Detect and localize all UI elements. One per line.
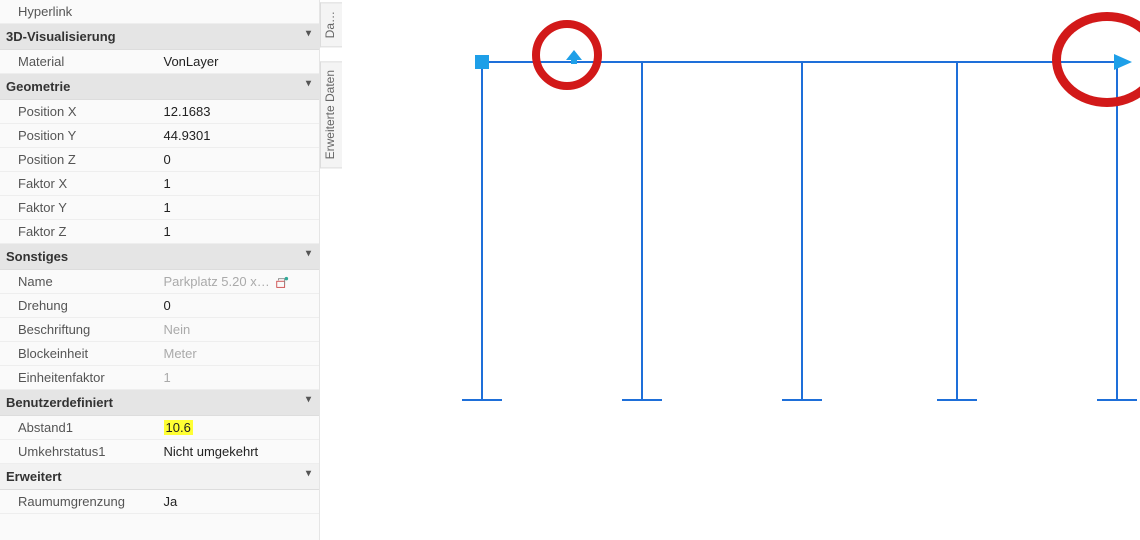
property-row[interactable]: Raumumgrenzung Ja <box>0 490 319 514</box>
tab-data[interactable]: Da… <box>320 2 342 47</box>
property-row[interactable]: Beschriftung Nein <box>0 318 319 342</box>
property-value[interactable]: 44.9301 <box>160 124 320 147</box>
side-tabs: Da… Erweiterte Daten <box>320 0 342 540</box>
property-label: Blockeinheit <box>0 342 160 365</box>
drawing-canvas[interactable] <box>342 0 1140 540</box>
property-label: Position Z <box>0 148 160 171</box>
section-header-advanced[interactable]: Erweitert ▾ <box>0 464 319 490</box>
edit-icon[interactable] <box>275 276 289 290</box>
property-value[interactable]: 12.1683 <box>160 100 320 123</box>
property-value[interactable]: 1 <box>160 196 320 219</box>
section-title: Benutzerdefiniert <box>6 395 113 410</box>
property-value[interactable]: 1 <box>160 172 320 195</box>
property-label: Hyperlink <box>0 0 160 23</box>
property-value[interactable]: 0 <box>160 294 320 317</box>
cad-drawing <box>342 0 1140 540</box>
grip-square-icon[interactable] <box>475 55 489 69</box>
section-title: Geometrie <box>6 79 70 94</box>
property-row[interactable]: Umkehrstatus1 Nicht umgekehrt <box>0 440 319 464</box>
properties-panel: Hyperlink 3D-Visualisierung ▾ Material V… <box>0 0 320 540</box>
section-header-misc[interactable]: Sonstiges ▾ <box>0 244 319 270</box>
property-label: Einheitenfaktor <box>0 366 160 389</box>
section-title: 3D-Visualisierung <box>6 29 116 44</box>
caret-down-icon: ▾ <box>306 28 311 39</box>
caret-down-icon: ▾ <box>306 468 311 479</box>
property-value[interactable]: VonLayer <box>160 50 320 73</box>
property-label: Position X <box>0 100 160 123</box>
property-label: Faktor X <box>0 172 160 195</box>
property-row[interactable]: Faktor Y 1 <box>0 196 319 220</box>
property-row[interactable]: Faktor Z 1 <box>0 220 319 244</box>
caret-down-icon: ▾ <box>306 394 311 405</box>
grip-right-arrow-icon[interactable] <box>1114 54 1132 70</box>
property-row[interactable]: Drehung 0 <box>0 294 319 318</box>
property-value[interactable]: Nicht umgekehrt <box>160 440 320 463</box>
section-header-geometry[interactable]: Geometrie ▾ <box>0 74 319 100</box>
property-value[interactable]: 0 <box>160 148 320 171</box>
property-label: Raumumgrenzung <box>0 490 160 513</box>
property-label: Name <box>0 270 160 293</box>
section-header-3d[interactable]: 3D-Visualisierung ▾ <box>0 24 319 50</box>
property-label: Drehung <box>0 294 160 317</box>
property-row[interactable]: Material VonLayer <box>0 50 319 74</box>
property-value[interactable]: 1 <box>160 366 320 389</box>
property-label: Beschriftung <box>0 318 160 341</box>
property-value[interactable]: Meter <box>160 342 320 365</box>
property-label: Abstand1 <box>0 416 160 439</box>
property-row[interactable]: Name Parkplatz 5.20 x… <box>0 270 319 294</box>
caret-down-icon: ▾ <box>306 248 311 259</box>
property-value[interactable]: Nein <box>160 318 320 341</box>
property-value[interactable] <box>160 0 320 23</box>
section-title: Sonstiges <box>6 249 68 264</box>
property-label: Faktor Y <box>0 196 160 219</box>
property-value[interactable]: Parkplatz 5.20 x… <box>160 270 320 293</box>
section-title: Erweitert <box>6 469 62 484</box>
property-label: Position Y <box>0 124 160 147</box>
property-row[interactable]: Blockeinheit Meter <box>0 342 319 366</box>
property-value[interactable]: Ja <box>160 490 320 513</box>
caret-down-icon: ▾ <box>306 78 311 89</box>
property-row[interactable]: Hyperlink <box>0 0 319 24</box>
property-row[interactable]: Faktor X 1 <box>0 172 319 196</box>
property-value[interactable]: 1 <box>160 220 320 243</box>
property-value[interactable]: 10.6 <box>160 416 320 439</box>
property-label: Umkehrstatus1 <box>0 440 160 463</box>
property-row[interactable]: Abstand1 10.6 <box>0 416 319 440</box>
property-label: Faktor Z <box>0 220 160 243</box>
property-row[interactable]: Position Y 44.9301 <box>0 124 319 148</box>
property-label: Material <box>0 50 160 73</box>
section-header-custom[interactable]: Benutzerdefiniert ▾ <box>0 390 319 416</box>
property-row[interactable]: Position X 12.1683 <box>0 100 319 124</box>
property-row[interactable]: Position Z 0 <box>0 148 319 172</box>
tab-extended-data[interactable]: Erweiterte Daten <box>320 61 342 168</box>
property-row[interactable]: Einheitenfaktor 1 <box>0 366 319 390</box>
